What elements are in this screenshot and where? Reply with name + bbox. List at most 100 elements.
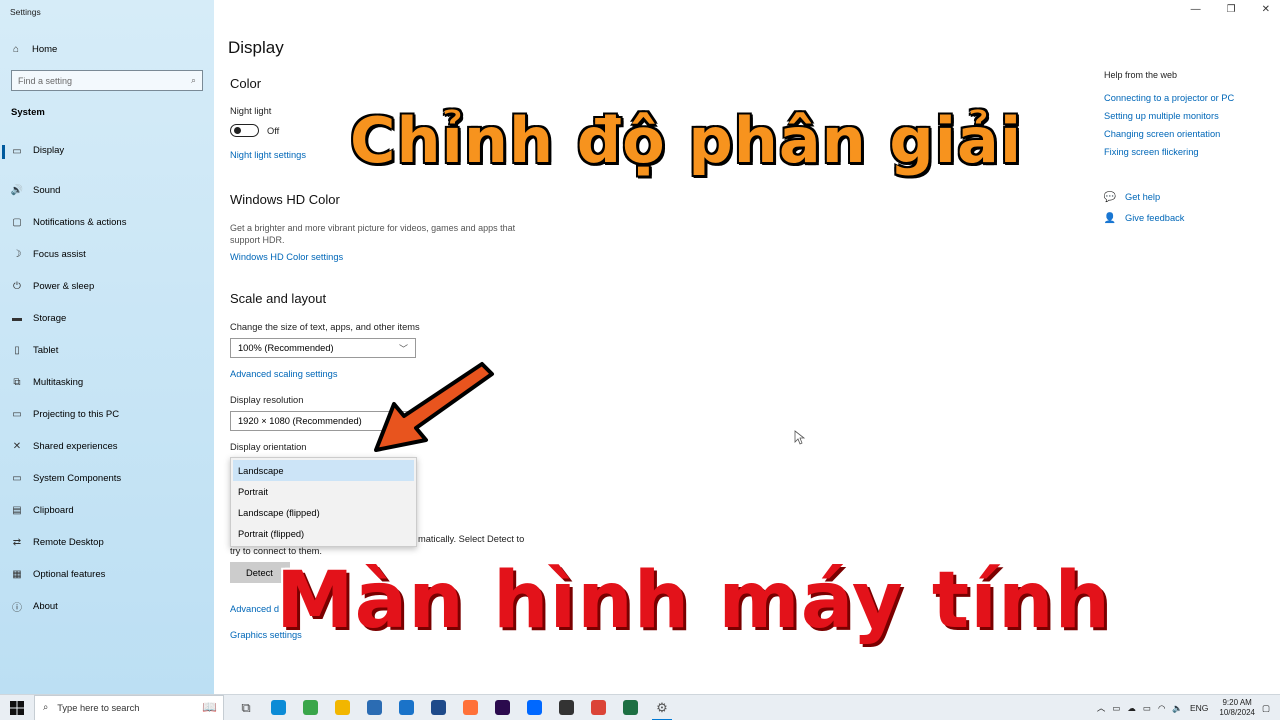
night-light-state: Off [267,126,280,136]
sidebar-item-shared-experiences[interactable]: ✕ Shared experiences [0,430,214,462]
sidebar-item-label: Display [33,145,65,156]
sidebar-item-sound[interactable]: 🔊 Sound [0,174,214,206]
firefox-icon[interactable] [454,695,486,720]
app-dark-icon[interactable] [550,695,582,720]
orientation-label: Display orientation [230,442,307,452]
help-link[interactable]: Setting up multiple monitors [1104,111,1219,121]
monitor-icon: ▭ [12,145,22,157]
clock[interactable]: 9:20 AM 10/8/2024 [1219,698,1255,718]
file-explorer-icon[interactable] [326,695,358,720]
sidebar-item-power-sleep[interactable]: ⏻ Power & sleep [0,270,214,302]
sidebar-item-label: Tablet [33,344,59,356]
resolution-label: Display resolution [230,395,304,405]
scale-heading: Scale and layout [230,291,327,306]
sidebar-item-label: System Components [33,472,122,484]
give-feedback-link[interactable]: 👤 Give feedback [1104,212,1185,224]
overlay-title-bottom: Màn hình máy tính [276,556,1112,646]
wifi-icon[interactable]: ◠ [1158,703,1165,714]
window-title: Settings [10,7,41,17]
hdr-settings-link[interactable]: Windows HD Color settings [230,252,343,262]
help-link[interactable]: Fixing screen flickering [1104,147,1199,157]
app-green-icon[interactable] [294,695,326,720]
settings-icon[interactable]: ⚙ [646,695,678,720]
search-placeholder: Find a setting [18,75,73,86]
sidebar-item-tablet[interactable]: ▯ Tablet [0,334,214,366]
battery-icon[interactable]: ▭ [1143,703,1151,714]
scale-label: Change the size of text, apps, and other… [230,322,420,332]
sidebar-item-label: Projecting to this PC [33,408,120,420]
sidebar-item-clipboard[interactable]: ▤ Clipboard [0,494,214,526]
edge-icon[interactable] [262,695,294,720]
detect-description-2: try to connect to them. [230,546,322,556]
maximize-button[interactable]: ❐ [1227,4,1236,15]
app-blue-icon[interactable] [422,695,454,720]
sidebar-item-notifications-actions[interactable]: ▢ Notifications & actions [0,206,214,238]
help-link[interactable]: Connecting to a projector or PC [1104,93,1234,103]
app-blue-icon-glyph [430,700,446,715]
chrome-icon[interactable] [582,695,614,720]
zalo-icon[interactable] [518,695,550,720]
taskbar-search-input[interactable]: ⌕ Type here to search 📖 [34,694,224,720]
language-indicator[interactable]: ENG [1190,703,1208,713]
chevron-up-icon[interactable]: ︿ [1097,702,1106,714]
system-tray: ︿ ▭ ☁ ▭ ◠ 🔈 ENG 9:20 AM 10/8/2024 ▢ [1097,695,1280,720]
advanced-display-link[interactable]: Advanced d [230,604,279,614]
store-icon[interactable] [358,695,390,720]
hdr-heading: Windows HD Color [230,192,340,207]
pointer-arrow-icon [374,362,494,452]
sidebar-item-remote-desktop[interactable]: ⇄ Remote Desktop [0,526,214,558]
chrome-icon-glyph [590,700,606,715]
app-green-icon-glyph [302,700,318,715]
notification-icon: ▢ [12,216,22,228]
help-heading: Help from the web [1104,70,1178,80]
sidebar-item-system-components[interactable]: ▭ System Components [0,462,214,494]
premiere-icon[interactable] [486,695,518,720]
sidebar-item-about[interactable]: ⓘ About [0,590,214,622]
sidebar-item-label: Multitasking [33,376,84,388]
orientation-option[interactable]: Portrait [231,481,416,502]
night-light-settings-link[interactable]: Night light settings [230,150,306,160]
orientation-option[interactable]: Landscape (flipped) [231,502,416,523]
scale-select[interactable]: 100% (Recommended) ﹀ [230,338,416,358]
taskbar-search-placeholder: Type here to search [57,702,140,713]
remote-desktop-icon: ⇄ [12,536,22,548]
sidebar: Settings ⌂ Home Find a setting ⌕ System … [0,0,214,694]
sidebar-item-display[interactable]: ▭ Display [0,142,214,174]
sidebar-item-optional-features[interactable]: ▦ Optional features [0,558,214,590]
sidebar-nav: ▭ Display 🔊 Sound ▢ Notifications & actions ☽ F… [0,142,214,622]
get-help-link[interactable]: 💬 Get help [1104,191,1160,203]
sidebar-item-multitasking[interactable]: ⧉ Multitasking [0,366,214,398]
sidebar-item-home[interactable]: ⌂ Home [10,43,57,55]
sidebar-item-focus-assist[interactable]: ☽ Focus assist [0,238,214,270]
toggle-knob [234,127,241,134]
features-icon: ▦ [12,568,22,580]
search-input[interactable]: Find a setting ⌕ [11,70,203,91]
network-icon[interactable]: ▭ [1112,703,1120,714]
sidebar-item-storage[interactable]: ▬ Storage [0,302,214,334]
edge-icon-glyph [270,700,286,715]
notification-center-icon[interactable]: ▢ [1262,703,1270,714]
moon-icon: ☽ [12,248,22,260]
orientation-option[interactable]: Landscape [233,460,414,481]
chevron-down-icon: ﹀ [398,343,408,354]
sidebar-item-label: Clipboard [33,504,74,516]
overlay-title-top: Chỉnh độ phân giải [350,104,1023,177]
minimize-button[interactable]: — [1191,4,1201,15]
night-light-toggle[interactable] [230,124,259,137]
volume-icon[interactable]: 🔈 [1172,703,1183,714]
search-icon[interactable]: ⌕ [191,75,196,86]
close-button[interactable]: ✕ [1262,4,1270,15]
section-heading: System [11,107,45,118]
sidebar-item-label: Storage [33,312,67,324]
help-link[interactable]: Changing screen orientation [1104,129,1220,139]
file-explorer-icon-glyph [334,700,350,715]
advanced-scaling-link[interactable]: Advanced scaling settings [230,369,338,379]
excel-icon[interactable] [614,695,646,720]
mail-icon[interactable] [390,695,422,720]
start-button[interactable] [0,695,34,720]
orientation-option[interactable]: Portrait (flipped) [231,523,416,544]
sidebar-item-projecting-to-this-pc[interactable]: ▭ Projecting to this PC [0,398,214,430]
sidebar-item-label: About [33,600,58,612]
task-view-icon[interactable]: ⧉ [230,695,262,720]
onedrive-icon[interactable]: ☁ [1127,703,1136,714]
